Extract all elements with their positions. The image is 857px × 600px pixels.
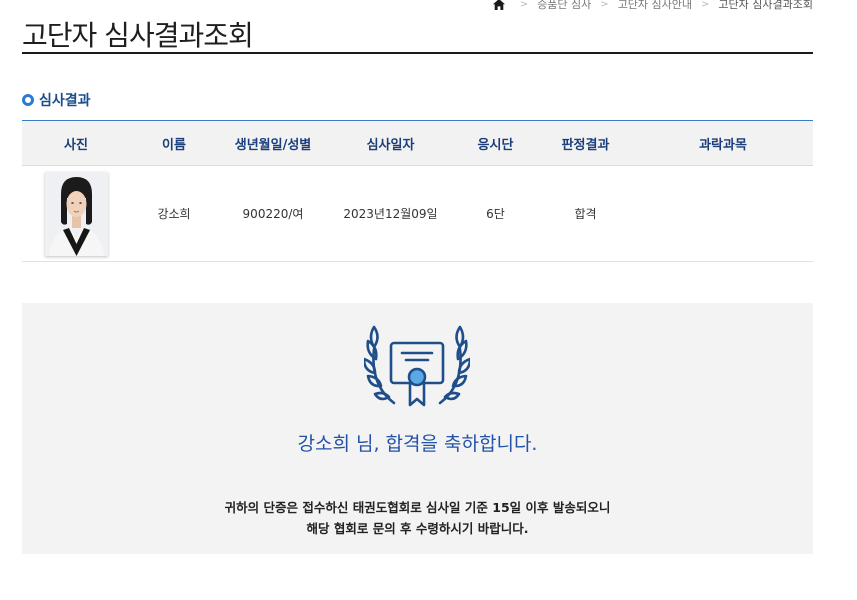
home-icon[interactable]	[492, 0, 505, 10]
cell-dan: 6단	[453, 165, 538, 262]
breadcrumb-item-2[interactable]: 고단자 심사안내	[618, 0, 692, 12]
header-exam-date: 심사일자	[328, 120, 453, 166]
cell-failed-subjects	[633, 165, 813, 262]
header-failed-subjects: 과락과목	[633, 120, 813, 166]
header-dan: 응시단	[453, 120, 538, 166]
table-header-row: 사진 이름 생년월일/성별 심사일자 응시단 판정결과 과락과목	[22, 120, 813, 166]
cell-birth-gender: 900220/여	[218, 165, 328, 262]
page-title: 고단자 심사결과조회	[22, 19, 254, 52]
header-result: 판정결과	[538, 120, 633, 166]
header-photo: 사진	[22, 120, 130, 166]
laurel-certificate-icon	[364, 325, 470, 407]
breadcrumb-item-1[interactable]: 승품단 심사	[537, 0, 591, 12]
title-divider	[22, 52, 813, 54]
breadcrumb-separator: >	[701, 0, 710, 10]
portrait-image	[44, 171, 108, 256]
cell-name: 강소희	[130, 165, 218, 262]
circle-bullet-icon	[22, 94, 34, 106]
header-birth-gender: 생년월일/성별	[218, 120, 328, 166]
breadcrumb: > 승품단 심사 > 고단자 심사안내 > 고단자 심사결과조회	[492, 0, 813, 12]
notice-line-2: 해당 협회로 문의 후 수령하시기 바랍니다.	[306, 521, 529, 536]
cell-photo	[22, 165, 130, 262]
section-heading: 심사결과	[22, 90, 91, 110]
cell-result: 합격	[538, 165, 633, 262]
congratulations-panel: 강소희 님, 합격을 축하합니다. 귀하의 단증은 접수하신 태권도협회로 심사…	[22, 303, 813, 554]
header-name: 이름	[130, 120, 218, 166]
applicant-photo	[44, 171, 108, 256]
section-title-text: 심사결과	[39, 93, 91, 109]
cell-exam-date: 2023년12월09일	[328, 165, 453, 262]
result-table: 사진 이름 생년월일/성별 심사일자 응시단 판정결과 과락과목 강소희 900…	[22, 120, 813, 262]
notice-line-1: 귀하의 단증은 접수하신 태권도협회로 심사일 기준 15일 이후 발송되오니	[224, 500, 611, 515]
table-row: 강소희 900220/여 2023년12월09일 6단 합격	[22, 165, 813, 262]
breadcrumb-separator: >	[600, 0, 609, 10]
congratulations-message: 강소희 님, 합격을 축하합니다.	[297, 433, 538, 455]
breadcrumb-item-current: 고단자 심사결과조회	[718, 0, 813, 11]
breadcrumb-separator: >	[519, 0, 529, 10]
